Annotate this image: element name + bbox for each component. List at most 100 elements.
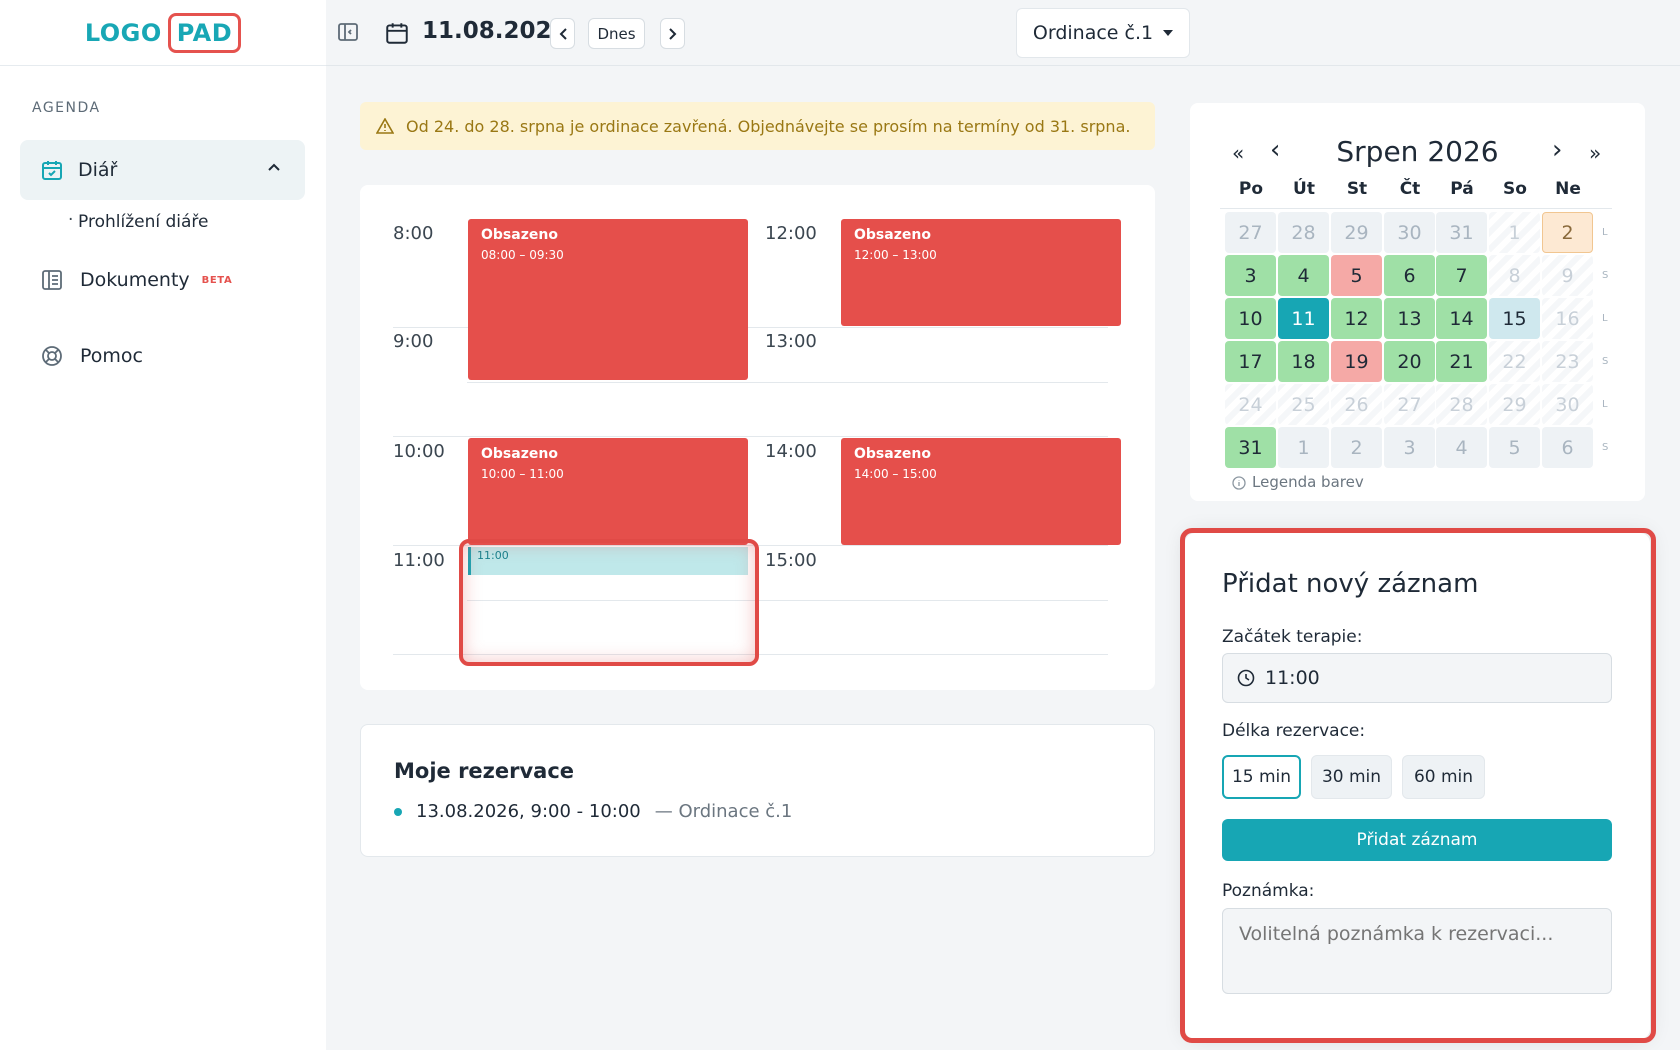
calendar-day: 16 <box>1542 298 1593 339</box>
week-parity-label: L <box>1602 399 1608 410</box>
time-label: 13:00 <box>765 331 817 352</box>
calendar-day[interactable]: 13 <box>1384 298 1435 339</box>
calendar-day[interactable]: 3 <box>1225 255 1276 296</box>
calendar-divider <box>1220 208 1612 209</box>
time-label: 15:00 <box>765 550 817 571</box>
sidebar-item-dokumenty[interactable]: Dokumenty BETA <box>40 268 232 292</box>
form-highlight <box>1180 528 1656 1043</box>
calendar-day[interactable]: 19 <box>1331 341 1382 382</box>
weekday-header: St <box>1346 179 1368 199</box>
calendar-icon[interactable] <box>384 20 410 46</box>
sidebar-item-diar[interactable]: Diář <box>20 140 305 200</box>
slot-title: Obsazeno <box>481 446 558 462</box>
busy-slot[interactable]: Obsazeno 08:00 – 09:30 <box>468 219 748 380</box>
weekday-header: Ne <box>1555 179 1581 199</box>
calendar-check-icon <box>40 158 64 182</box>
calendar-day[interactable]: 17 <box>1225 341 1276 382</box>
slot-range: 08:00 – 09:30 <box>481 248 564 262</box>
calendar-day: 8 <box>1489 255 1540 296</box>
week-parity-label: L <box>1602 227 1608 238</box>
sidebar: LOGO PAD AGENDA Diář Prohlížení diáře Do… <box>0 0 326 1050</box>
calendar-day: 5 <box>1489 427 1540 468</box>
prev-day-button[interactable] <box>550 18 575 49</box>
logo[interactable]: LOGO PAD <box>84 12 242 53</box>
calendar-day[interactable]: 11 <box>1278 298 1329 339</box>
calendar-day[interactable]: 21 <box>1436 341 1487 382</box>
week-parity-label: L <box>1602 313 1608 324</box>
calendar-day: 28 <box>1278 212 1329 253</box>
calendar-day: 6 <box>1542 427 1593 468</box>
calendar-day: 27 <box>1225 212 1276 253</box>
calendar-day: 22 <box>1489 341 1540 382</box>
sidebar-toggle-icon[interactable] <box>336 20 362 46</box>
week-parity-label: S <box>1602 270 1609 281</box>
calendar-day[interactable]: 5 <box>1331 255 1382 296</box>
calendar-day: 24 <box>1225 384 1276 425</box>
chevron-up-icon[interactable] <box>267 162 281 172</box>
calendar-day[interactable]: 12 <box>1331 298 1382 339</box>
week-parity-label: S <box>1602 442 1609 453</box>
calendar-day[interactable]: 4 <box>1278 255 1329 296</box>
calendar-day[interactable]: 14 <box>1436 298 1487 339</box>
time-label: 14:00 <box>765 441 817 462</box>
busy-slot[interactable]: Obsazeno 12:00 – 13:00 <box>841 219 1121 326</box>
calendar-day: 27 <box>1384 384 1435 425</box>
section-heading: Moje rezervace <box>394 759 575 783</box>
calendar-day: 4 <box>1436 427 1487 468</box>
calendar-day: 23 <box>1542 341 1593 382</box>
weekday-header: Út <box>1293 179 1315 199</box>
calendar-day[interactable]: 6 <box>1384 255 1435 296</box>
logo-badge: PAD <box>167 12 242 53</box>
next-day-button[interactable] <box>660 18 685 49</box>
sidebar-subitem-prohlizeni[interactable]: Prohlížení diáře <box>68 210 209 232</box>
weekday-header: Po <box>1238 179 1264 199</box>
lifebuoy-icon <box>40 344 64 368</box>
calendar-day: 1 <box>1278 427 1329 468</box>
slot-title: Obsazeno <box>854 446 931 462</box>
next-year-icon[interactable]: » <box>1589 141 1601 165</box>
calendar-day[interactable]: 10 <box>1225 298 1276 339</box>
reservation-where: — Ordinace č.1 <box>654 801 793 822</box>
weekday-header: Čt <box>1399 179 1421 199</box>
location-select-value: Ordinace č.1 <box>1032 22 1154 44</box>
weekday-header: So <box>1503 179 1527 199</box>
busy-slot[interactable]: Obsazeno 10:00 – 11:00 <box>468 438 748 545</box>
half-hour-line <box>467 382 1108 383</box>
top-bar: 11.08.2026 Dnes Ordinace č.1 <box>326 0 1680 66</box>
next-month-icon[interactable]: › <box>1552 135 1562 165</box>
calendar-day[interactable]: 2 <box>1542 212 1593 253</box>
time-label: 12:00 <box>765 223 817 244</box>
sidebar-item-label: Pomoc <box>80 345 143 367</box>
selected-slot-highlight <box>459 539 759 666</box>
calendar-day[interactable]: 20 <box>1384 341 1435 382</box>
busy-slot[interactable]: Obsazeno 14:00 – 15:00 <box>841 438 1121 545</box>
reservation-when: 13.08.2026, 9:00 - 10:00 <box>416 801 641 822</box>
beta-badge: BETA <box>201 274 233 286</box>
document-icon <box>40 268 64 292</box>
sidebar-item-pomoc[interactable]: Pomoc <box>40 344 143 368</box>
calendar-day: 25 <box>1278 384 1329 425</box>
time-label: 9:00 <box>393 331 434 352</box>
weekday-header: Pá <box>1450 179 1474 199</box>
info-icon <box>1232 475 1246 490</box>
calendar-day[interactable]: 15 <box>1489 298 1540 339</box>
calendar-day: 26 <box>1331 384 1382 425</box>
calendar-day[interactable]: 31 <box>1225 427 1276 468</box>
calendar-day[interactable]: 18 <box>1278 341 1329 382</box>
today-button[interactable]: Dnes <box>588 18 645 49</box>
calendar-day[interactable]: 7 <box>1436 255 1487 296</box>
slot-title: Obsazeno <box>854 227 931 243</box>
logo-text: LOGO <box>84 18 162 47</box>
location-select[interactable]: Ordinace č.1 <box>1016 8 1190 58</box>
time-label: 8:00 <box>393 223 434 244</box>
day-schedule: 8:00 9:00 10:00 11:00 Obsazeno 08:00 – 0… <box>360 185 1155 690</box>
bullet-icon <box>394 807 402 816</box>
reservation-item[interactable]: 13.08.2026, 9:00 - 10:00 — Ordinace č.1 <box>394 801 792 822</box>
calendar-day: 9 <box>1542 255 1593 296</box>
time-label: 10:00 <box>393 441 445 462</box>
current-date: 11.08.2026 <box>422 18 568 44</box>
time-label: 11:00 <box>393 550 445 571</box>
my-reservations: Moje rezervace 13.08.2026, 9:00 - 10:00 … <box>360 724 1155 857</box>
calendar-day: 31 <box>1436 212 1487 253</box>
legend-link[interactable]: Legenda barev <box>1232 473 1364 491</box>
